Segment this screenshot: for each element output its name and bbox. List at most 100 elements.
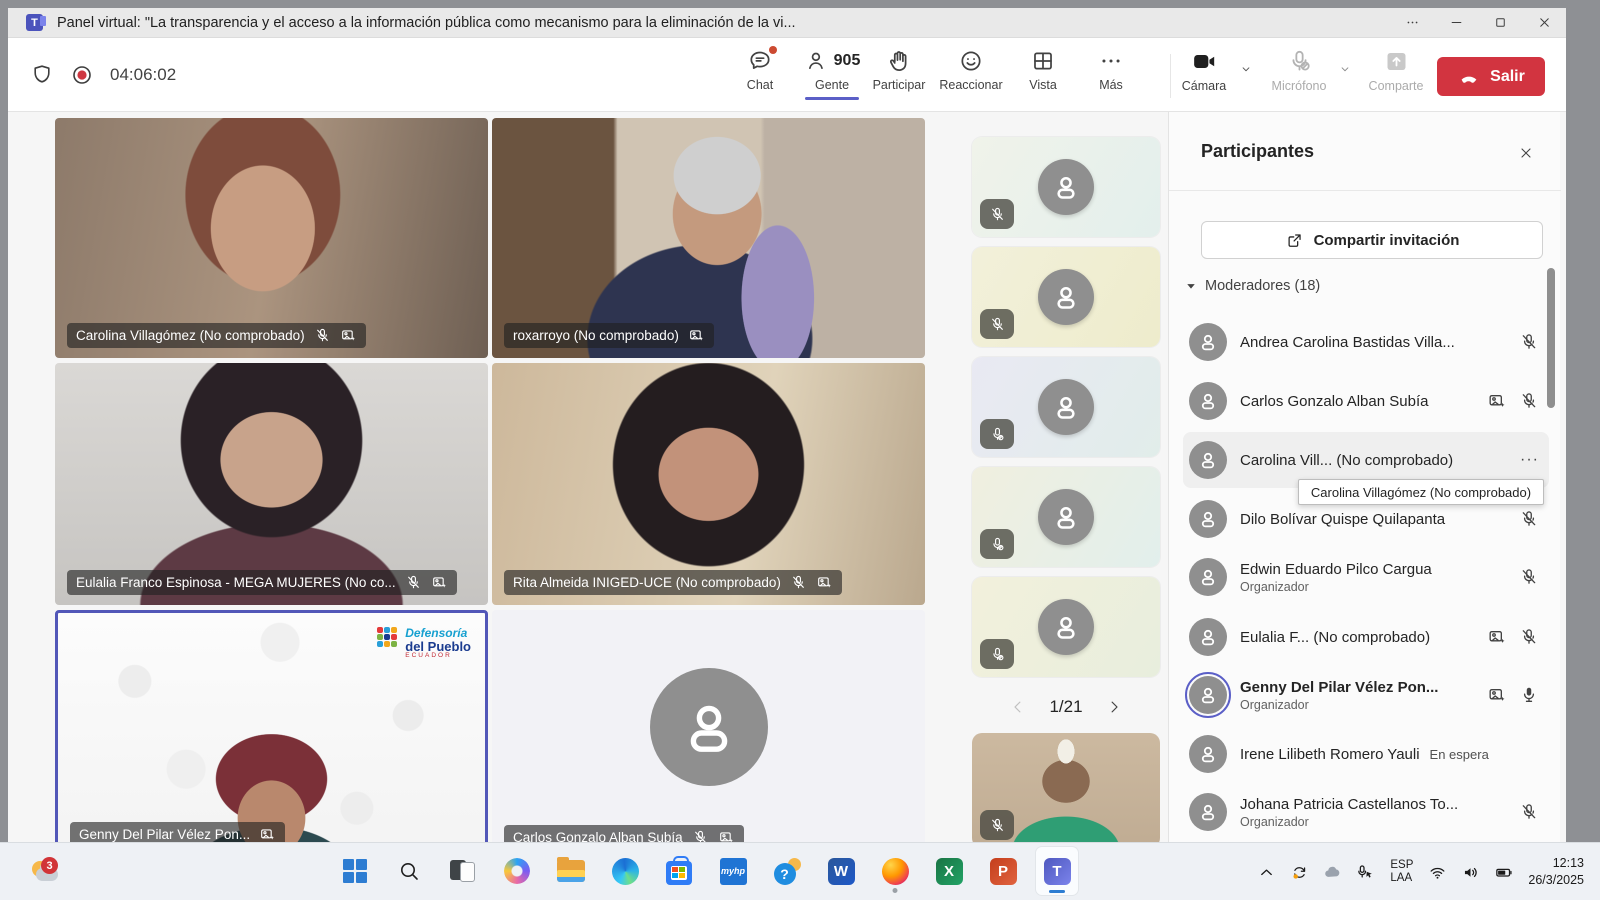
more-options-icon[interactable]: ··· — [1520, 451, 1539, 469]
video-tile[interactable]: Carolina Villagómez (No comprobado) — [55, 118, 488, 358]
taskbar-app-file-explorer[interactable] — [550, 847, 592, 895]
window-minimize-button[interactable] — [1434, 8, 1478, 38]
window-close-button[interactable] — [1522, 8, 1566, 38]
avatar — [1038, 379, 1094, 435]
tab-view-label: Vista — [1029, 78, 1057, 92]
mic-status-badge — [980, 810, 1014, 840]
microphone-chevron-icon[interactable] — [1338, 62, 1352, 76]
tab-chat[interactable]: Chat — [727, 48, 793, 92]
close-panel-button[interactable] — [1513, 140, 1539, 166]
taskbar-app-task-view[interactable] — [442, 847, 484, 895]
hang-up-icon — [1457, 65, 1481, 89]
camera-icon — [1191, 48, 1218, 75]
window-maximize-button[interactable] — [1478, 8, 1522, 38]
logo-pixel-cluster — [377, 627, 399, 649]
video-tile[interactable]: Rita Almeida INIGED-UCE (No comprobado) — [492, 363, 925, 605]
participant-thumbnail[interactable] — [972, 577, 1160, 677]
tray-chevron-up[interactable] — [1250, 852, 1283, 892]
speaking-ring — [1185, 672, 1231, 718]
mic-off-icon — [989, 817, 1006, 834]
taskbar-app-start[interactable] — [334, 847, 376, 895]
participants-panel: Participantes Compartir invitación Moder… — [1168, 112, 1560, 842]
copilot-icon — [504, 858, 530, 884]
participant-row[interactable]: Genny Del Pilar Vélez Pon... Organizador — [1183, 667, 1549, 723]
avatar — [1189, 500, 1227, 538]
collapse-caret-icon — [1185, 280, 1197, 292]
next-page-icon[interactable] — [1105, 698, 1123, 716]
participant-role: Organizador — [1240, 580, 1519, 594]
tray-update[interactable] — [1283, 852, 1316, 892]
participant-row[interactable]: Eulalia F... (No comprobado) — [1183, 609, 1549, 665]
participant-row[interactable]: Carlos Gonzalo Alban Subía — [1183, 373, 1549, 429]
participant-thumbnail[interactable] — [972, 357, 1160, 457]
participant-role: Organizador — [1240, 815, 1519, 829]
previous-page-icon[interactable] — [1009, 698, 1027, 716]
mic-off-icon — [692, 829, 709, 842]
scrollbar-thumb[interactable] — [1547, 268, 1555, 408]
video-tile[interactable]: roxarroyo (No comprobado) — [492, 118, 925, 358]
share-button[interactable]: Comparte — [1360, 48, 1432, 93]
active-indicator — [1049, 890, 1065, 893]
tab-more[interactable]: Más — [1078, 48, 1144, 92]
taskbar-app-search[interactable] — [388, 847, 430, 895]
taskbar-app-firefox[interactable] — [874, 847, 916, 895]
taskbar-app-powerpoint[interactable]: P — [982, 847, 1024, 895]
taskbar-app-word[interactable]: W — [820, 847, 862, 895]
video-tile-active-speaker[interactable]: Defensoría del Pueblo ECUADOR Genny Del … — [55, 610, 488, 842]
person-icon — [1196, 742, 1220, 766]
participant-icons: ··· — [1520, 451, 1539, 469]
participant-row[interactable]: Irene Lilibeth Romero YauliEn espera — [1183, 726, 1549, 782]
myhp-icon: myhp — [720, 858, 747, 885]
participant-text: Johana Patricia Castellanos To... Organi… — [1240, 796, 1519, 829]
tray-onedrive[interactable] — [1316, 852, 1349, 892]
participant-row[interactable]: Andrea Carolina Bastidas Villa... — [1183, 314, 1549, 370]
window-controls — [1390, 8, 1566, 38]
tray-battery[interactable] — [1487, 852, 1520, 892]
tab-view[interactable]: Vista — [1010, 48, 1076, 92]
camera-button[interactable]: Cámara — [1173, 48, 1235, 93]
avatar — [1189, 735, 1227, 773]
onedrive-icon — [1323, 863, 1342, 882]
taskbar-app-excel[interactable]: X — [928, 847, 970, 895]
tray-language[interactable]: ESPLAA — [1382, 859, 1421, 885]
tray-wifi[interactable] — [1421, 852, 1454, 892]
tab-react[interactable]: Reaccionar — [938, 48, 1004, 92]
participant-thumbnail[interactable] — [972, 247, 1160, 347]
participant-row[interactable]: Johana Patricia Castellanos To... Organi… — [1183, 784, 1549, 840]
participant-row[interactable]: Edwin Eduardo Pilco Cargua Organizador — [1183, 549, 1549, 605]
participant-name: roxarroyo (No comprobado) — [513, 328, 679, 343]
recording-icon — [70, 63, 94, 87]
tray-voice-access[interactable] — [1349, 852, 1382, 892]
microphone-button[interactable]: Micrófono — [1263, 48, 1335, 93]
tray-volume[interactable] — [1454, 852, 1487, 892]
more-icon — [1098, 48, 1124, 74]
moderators-section-header[interactable]: Moderadores (18) — [1185, 278, 1320, 294]
camera-chevron-icon[interactable] — [1239, 62, 1253, 76]
self-video-thumbnail[interactable] — [972, 733, 1160, 842]
window-more-button[interactable] — [1390, 8, 1434, 38]
taskbar-app-myhp[interactable]: myhp — [712, 847, 754, 895]
taskbar-app-store[interactable] — [658, 847, 700, 895]
video-tile[interactable]: Carlos Gonzalo Alban Subía — [492, 610, 925, 842]
taskbar-app-copilot[interactable] — [496, 847, 538, 895]
mic-on-icon — [1519, 685, 1539, 705]
page-indicator: 1/21 — [1049, 697, 1082, 717]
taskbar-app-edge[interactable] — [604, 847, 646, 895]
participant-icons — [1487, 391, 1539, 411]
tab-people[interactable]: 905 Gente — [794, 48, 870, 100]
leave-button[interactable]: Salir — [1437, 57, 1545, 96]
taskbar-app-get-help[interactable]: ? — [766, 847, 808, 895]
widgets-button[interactable]: 3 — [22, 854, 68, 890]
video-tile[interactable]: Eulalia Franco Espinosa - MEGA MUJERES (… — [55, 363, 488, 605]
taskbar-clock[interactable]: 12:13 26/3/2025 — [1520, 855, 1600, 889]
taskbar-app-teams[interactable]: T — [1036, 847, 1078, 895]
participant-thumbnail[interactable] — [972, 467, 1160, 567]
tab-raise-hand[interactable]: Participar — [866, 48, 932, 92]
clock-time: 12:13 — [1528, 855, 1584, 872]
person-icon — [1196, 330, 1220, 354]
share-invitation-button[interactable]: Compartir invitación — [1201, 221, 1543, 259]
participant-name: Carlos Gonzalo Alban Subía — [513, 830, 683, 842]
participant-thumbnail[interactable] — [972, 137, 1160, 237]
person-icon — [1196, 800, 1220, 824]
participant-name: Edwin Eduardo Pilco Cargua — [1240, 561, 1519, 578]
